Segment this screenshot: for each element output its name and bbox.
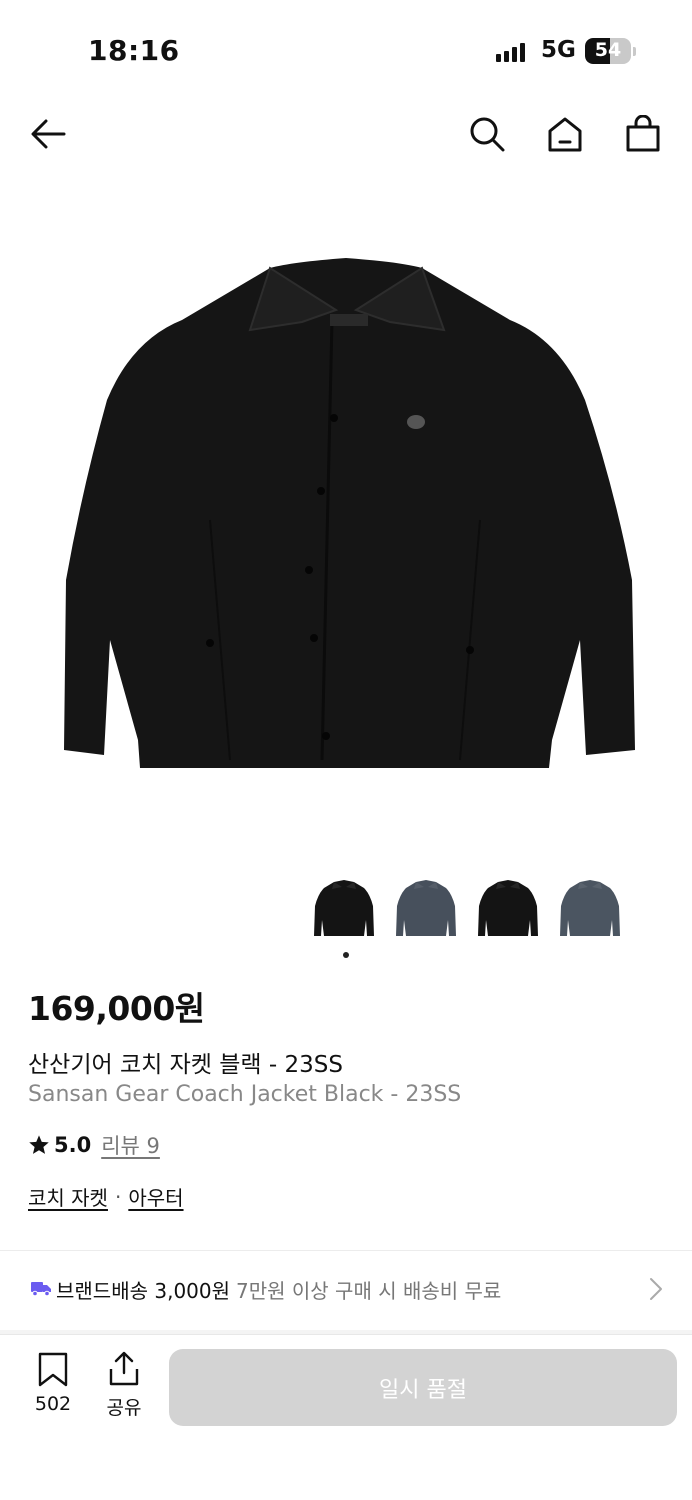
back-button[interactable] xyxy=(26,112,70,156)
review-link[interactable]: 리뷰 9 xyxy=(101,1130,160,1160)
rating-score: 5.0 xyxy=(54,1133,92,1157)
product-name-ko: 산산기어 코치 자켓 블랙 - 23SS xyxy=(28,1052,343,1078)
share-label: 공유 xyxy=(106,1397,142,1419)
share-button[interactable]: 공유 xyxy=(96,1351,152,1420)
signal-icon xyxy=(496,42,525,62)
shopping-bag-icon xyxy=(626,115,660,152)
bookmark-button[interactable]: 502 xyxy=(25,1351,81,1415)
product-image[interactable] xyxy=(40,200,652,820)
search-icon xyxy=(470,117,505,152)
network-type: 5G xyxy=(541,37,576,63)
status-time: 18:16 xyxy=(88,34,180,67)
home-icon xyxy=(548,117,582,152)
category-link-coach-jacket[interactable]: 코치 자켓 xyxy=(28,1182,108,1211)
shipping-info-row[interactable]: 브랜드배송 3,000원 7만원 이상 구매 시 배송비 무료 xyxy=(0,1256,692,1320)
jacket-thumbnail-image xyxy=(478,880,538,936)
top-nav-bar xyxy=(0,100,692,170)
thumbnail-strip xyxy=(312,876,622,942)
cart-button[interactable] xyxy=(621,112,665,156)
category-breadcrumb: 코치 자켓 · 아우터 xyxy=(28,1182,184,1211)
rating-row: 5.0 리뷰 9 xyxy=(28,1130,160,1160)
shipping-condition: 7만원 이상 구매 시 배송비 무료 xyxy=(236,1279,502,1303)
product-price: 169,000원 xyxy=(28,989,205,1028)
shipping-text: 브랜드배송 3,000원 7만원 이상 구매 시 배송비 무료 xyxy=(56,1275,501,1304)
category-separator: · xyxy=(114,1184,122,1209)
category-link-outer[interactable]: 아우터 xyxy=(128,1182,183,1211)
thumbnail-3[interactable] xyxy=(476,876,540,942)
battery-icon: 54 xyxy=(585,38,631,64)
bottom-action-bar: 502 공유 일시 품절 xyxy=(0,1334,692,1500)
shipping-fee: 브랜드배송 3,000원 xyxy=(56,1279,231,1303)
page-dot xyxy=(343,952,349,958)
arrow-left-icon xyxy=(31,119,66,149)
jacket-image xyxy=(64,258,635,768)
sold-out-button[interactable]: 일시 품절 xyxy=(169,1349,677,1426)
truck-icon xyxy=(31,1282,51,1297)
jacket-thumbnail-image xyxy=(396,880,456,936)
home-button[interactable] xyxy=(543,112,587,156)
divider xyxy=(0,1250,692,1251)
product-name-en: Sansan Gear Coach Jacket Black - 23SS xyxy=(28,1082,462,1107)
thumbnail-4[interactable] xyxy=(558,876,622,942)
thumbnail-1[interactable] xyxy=(312,876,376,942)
share-icon xyxy=(109,1351,139,1386)
search-button[interactable] xyxy=(465,112,509,156)
jacket-thumbnail-image xyxy=(314,880,374,936)
battery-cap xyxy=(633,47,636,56)
status-bar: 18:16 5G 54 xyxy=(0,0,692,100)
battery-level: 54 xyxy=(594,39,622,61)
jacket-thumbnail-image xyxy=(560,880,620,936)
thumbnail-2[interactable] xyxy=(394,876,458,942)
chevron-right-icon xyxy=(650,1278,662,1300)
bookmark-count: 502 xyxy=(34,1393,72,1415)
star-icon xyxy=(29,1135,49,1154)
page-indicator xyxy=(343,952,349,958)
bookmark-icon xyxy=(38,1352,68,1387)
